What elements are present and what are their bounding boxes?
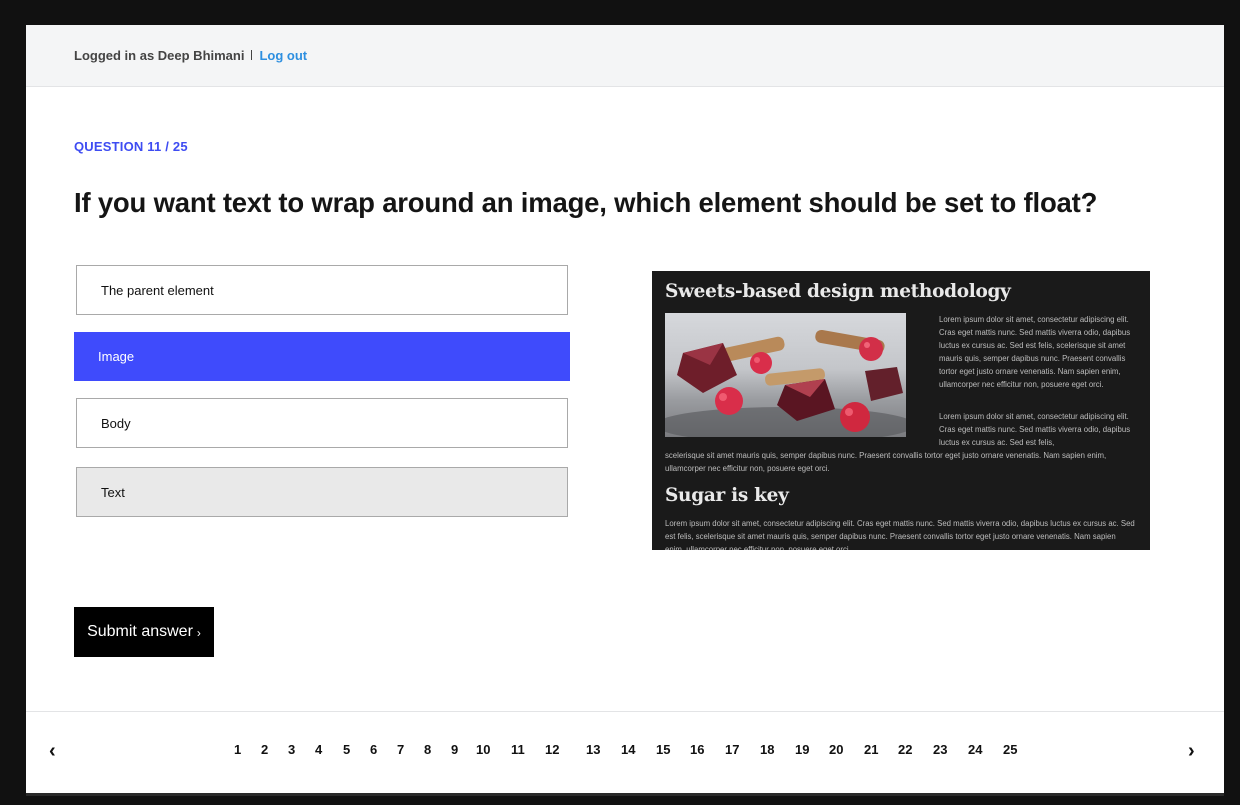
preview-paragraph-3: Lorem ipsum dolor sit amet, consectetur … xyxy=(665,519,1135,550)
question-text: If you want text to wrap around an image… xyxy=(74,187,1098,218)
answer-option-label: Text xyxy=(101,484,125,500)
page-number-15[interactable]: 15 xyxy=(656,742,670,757)
page-number-12[interactable]: 12 xyxy=(545,742,559,757)
page-number-7[interactable]: 7 xyxy=(397,742,404,757)
page-number-1[interactable]: 1 xyxy=(234,742,241,757)
window-bottom-edge xyxy=(26,793,1224,796)
preview-heading: Sweets-based design methodology xyxy=(665,281,1011,302)
preview-subheading: Sugar is key xyxy=(665,485,789,506)
preview-image-chocolates xyxy=(665,313,906,437)
answer-option[interactable]: Body xyxy=(76,398,568,448)
page-number-20[interactable]: 20 xyxy=(829,742,843,757)
page-number-3[interactable]: 3 xyxy=(288,742,295,757)
page-number-22[interactable]: 22 xyxy=(898,742,912,757)
answer-option[interactable]: The parent element xyxy=(76,265,568,315)
answer-option-label: The parent element xyxy=(101,282,214,298)
page-number-6[interactable]: 6 xyxy=(370,742,377,757)
preview-paragraph-1: Lorem ipsum dolor sit amet, consectetur … xyxy=(939,315,1131,389)
page-number-10[interactable]: 10 xyxy=(476,742,490,757)
page-number-17[interactable]: 17 xyxy=(725,742,739,757)
answer-option-hovered[interactable]: Text xyxy=(76,467,568,517)
page-number-21[interactable]: 21 xyxy=(864,742,878,757)
page-number-14[interactable]: 14 xyxy=(621,742,635,757)
page-number-13[interactable]: 13 xyxy=(586,742,600,757)
top-bar: Logged in as Deep Bhimani Log out xyxy=(26,25,1224,87)
page-number-8[interactable]: 8 xyxy=(424,742,431,757)
chevron-right-icon: › xyxy=(196,626,201,640)
divider xyxy=(251,49,253,60)
page-number-4[interactable]: 4 xyxy=(315,742,322,757)
question-pagination: ‹ 1 2 3 4 5 6 7 8 9 10 11 12 13 14 15 16 17 18 19 20 21 22 23 2… xyxy=(26,711,1224,793)
logout-link[interactable]: Log out xyxy=(259,48,307,63)
submit-answer-button[interactable]: Submit answer › xyxy=(74,607,214,657)
page-number-11[interactable]: 11 xyxy=(511,742,525,757)
example-preview: Sweets-based design methodology Lorem ip… xyxy=(652,271,1150,550)
chevron-left-icon[interactable]: ‹ xyxy=(49,740,56,763)
quiz-window: Logged in as Deep Bhimani Log out QUESTI… xyxy=(26,25,1224,793)
preview-paragraph-2-continued: scelerisque sit amet mauris quis, semper… xyxy=(665,451,1107,473)
page-number-18[interactable]: 18 xyxy=(760,742,774,757)
page-number-9[interactable]: 9 xyxy=(451,742,458,757)
page-number-2[interactable]: 2 xyxy=(261,742,268,757)
page-number-19[interactable]: 19 xyxy=(795,742,809,757)
answer-option-label: Body xyxy=(101,415,131,431)
submit-answer-label: Submit answer xyxy=(87,623,193,640)
page-number-25[interactable]: 25 xyxy=(1003,742,1017,757)
chevron-right-icon[interactable]: › xyxy=(1188,740,1195,763)
answer-option-label: Image xyxy=(98,349,135,364)
chocolates-illustration xyxy=(665,329,906,437)
login-info: Logged in as Deep Bhimani Log out xyxy=(74,48,307,63)
logged-in-text: Logged in as Deep Bhimani xyxy=(74,48,245,63)
page-number-16[interactable]: 16 xyxy=(690,742,704,757)
page-number-5[interactable]: 5 xyxy=(343,742,350,757)
answer-option-selected[interactable]: Image xyxy=(74,332,570,381)
page-number-23[interactable]: 23 xyxy=(933,742,947,757)
page-number-24[interactable]: 24 xyxy=(968,742,982,757)
question-counter: QUESTION 11 / 25 xyxy=(74,139,188,154)
preview-paragraph-2: Lorem ipsum dolor sit amet, consectetur … xyxy=(939,412,1131,447)
